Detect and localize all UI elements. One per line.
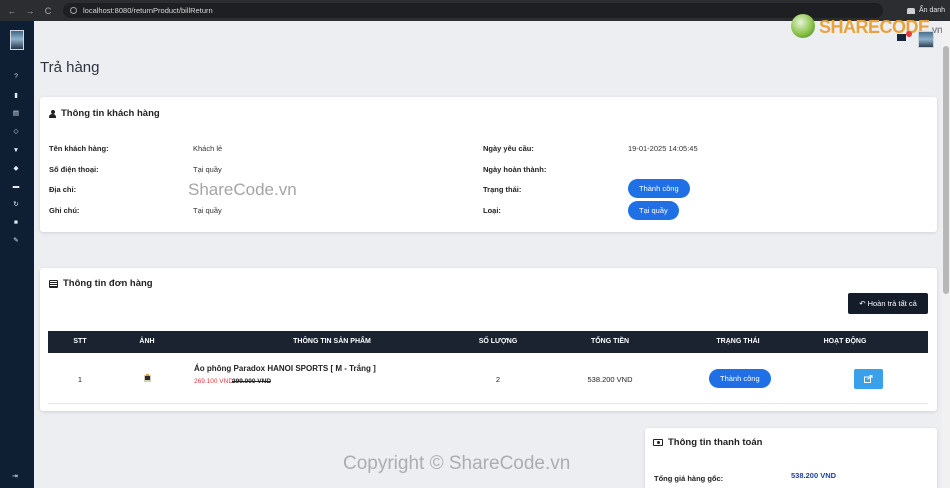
edit-icon[interactable]: ✎ [12, 237, 20, 245]
note-label: Ghi chú: [49, 206, 80, 215]
request-date-value: 19-01-2025 14:05:45 [628, 144, 698, 153]
scrollbar[interactable] [942, 21, 950, 488]
original-total-label: Tổng giá hàng gốc: [654, 474, 724, 483]
order-info-title: Thông tin đơn hàng [63, 278, 153, 289]
copyright-watermark: Copyright © ShareCode.vn [343, 453, 571, 474]
user-icon [49, 109, 56, 118]
type-badge: Tại quầy [628, 201, 679, 220]
sharecode-logo-icon [791, 14, 815, 38]
column-header-stt: STT [73, 338, 87, 345]
row-status-badge: Thành công [709, 369, 771, 388]
product-price-sale: 269.100 VND [194, 378, 234, 385]
tshirt-icon[interactable]: ▼ [12, 147, 20, 155]
card-icon[interactable]: ▬ [12, 183, 20, 191]
product-price-original: 299.000 VND [232, 378, 272, 385]
note-value: Tại quầy [193, 206, 222, 215]
row-total: 538.200 VND [587, 375, 633, 384]
product-name: Áo phông Paradox HANOI SPORTS [ M - Trắn… [194, 364, 376, 373]
center-watermark: ShareCode.vn [188, 180, 297, 199]
status-badge: Thành công [628, 179, 690, 198]
address-label: Địa chỉ: [49, 185, 77, 194]
order-info-heading: Thông tin đơn hàng [49, 278, 153, 289]
question-icon[interactable]: ? [12, 73, 20, 81]
share-icon [864, 375, 873, 383]
payment-info-card: Thông tin thanh toán Tổng giá hàng gốc: … [645, 428, 937, 488]
sharecode-logo-brand: SHARECODE [819, 17, 930, 37]
refund-all-label: Hoàn trả tất cả [867, 299, 917, 308]
url-text: localhost:8080/returnProduct/billReturn [83, 6, 213, 15]
customer-info-card: Thông tin khách hàng Tên khách hàng: Khá… [40, 97, 937, 232]
customer-info-title: Thông tin khách hàng [61, 108, 160, 119]
bag-icon[interactable]: ■ [12, 219, 20, 227]
type-label: Loại: [483, 206, 501, 215]
avatar[interactable] [918, 31, 934, 48]
refresh-icon[interactable]: ↻ [12, 201, 20, 209]
sharecode-logo: SHARECODE.vn [791, 12, 943, 42]
payment-info-heading: Thông tin thanh toán [653, 437, 762, 448]
column-header-total: TỔNG TIỀN [590, 338, 630, 345]
page-title: Trả hàng [40, 59, 100, 76]
phone-label: Số điện thoại: [49, 165, 99, 174]
sidebar: ? ▮ ▤ ◇ ▼ ◆ ▬ ↻ ■ ✎ ⇥ [0, 21, 34, 488]
back-button[interactable]: ← [3, 6, 21, 16]
phone-value: Tại quầy [193, 165, 222, 174]
logout-icon[interactable]: ⇥ [12, 473, 20, 481]
request-date-label: Ngày yêu cầu: [483, 144, 534, 153]
forward-button[interactable]: → [21, 6, 39, 16]
app-logo[interactable] [10, 30, 24, 50]
column-header-status: TRẠNG THÁI [716, 338, 760, 345]
list-icon [49, 279, 58, 288]
undo-icon: ↶ [859, 299, 868, 308]
table-row-divider [48, 403, 928, 404]
refund-all-button[interactable]: ↶ Hoàn trả tất cả [848, 293, 928, 314]
mail-icon[interactable] [897, 34, 906, 41]
customer-name-label: Tên khách hàng: [49, 144, 109, 153]
column-header-product: THÔNG TIN SẢN PHẨM [293, 338, 371, 345]
invoice-icon[interactable]: ▤ [12, 110, 20, 118]
site-info-icon[interactable] [70, 7, 77, 14]
column-header-quantity: SỐ LƯỢNG [478, 338, 518, 345]
scrollbar-thumb[interactable] [943, 46, 949, 294]
column-header-image: ẢNH [139, 338, 155, 345]
original-total-value: 538.200 VND [791, 471, 837, 480]
money-icon [653, 439, 663, 446]
status-label: Trạng thái: [483, 185, 522, 194]
tag-icon[interactable]: ◆ [12, 165, 20, 173]
row-quantity: 2 [495, 375, 501, 384]
customer-info-heading: Thông tin khách hàng [49, 108, 160, 119]
customer-name-value: Khách lẻ [193, 144, 223, 153]
reload-button[interactable]: C [39, 6, 57, 16]
row-stt: 1 [77, 375, 83, 384]
row-action-button[interactable] [854, 369, 883, 389]
payment-info-title: Thông tin thanh toán [668, 437, 763, 448]
table-header: STT ẢNH THÔNG TIN SẢN PHẨM SỐ LƯỢNG TỔNG… [48, 331, 928, 353]
column-header-actions: HOẠT ĐỘNG [823, 338, 867, 345]
complete-date-label: Ngày hoàn thành: [483, 165, 547, 174]
address-bar[interactable]: localhost:8080/returnProduct/billReturn [63, 3, 883, 18]
product-thumbnail [144, 374, 151, 382]
top-bar: SHARECODE.vn [34, 14, 943, 49]
shield-icon[interactable]: ◇ [12, 128, 20, 136]
bar-chart-icon[interactable]: ▮ [12, 92, 20, 100]
notification-badge[interactable] [906, 31, 912, 37]
